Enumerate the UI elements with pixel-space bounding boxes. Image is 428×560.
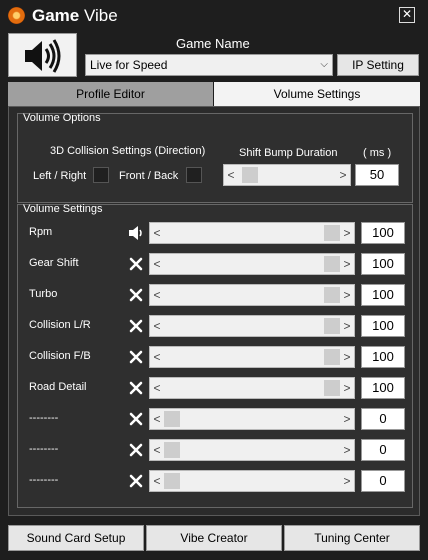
mute-icon[interactable] <box>128 442 144 458</box>
slider-left-arrow-icon[interactable]: < <box>150 409 164 429</box>
volume-row-label: -------- <box>29 443 59 455</box>
volume-value[interactable]: 0 <box>361 439 405 461</box>
game-select[interactable]: Live for Speed ⌵ <box>85 54 333 76</box>
front-back-label: Front / Back <box>119 170 179 182</box>
slider-left-arrow-icon[interactable]: < <box>150 285 164 305</box>
slider-right-arrow-icon[interactable]: > <box>340 285 354 305</box>
sound-card-setup-button[interactable]: Sound Card Setup <box>8 525 144 551</box>
slider-left-arrow-icon[interactable]: < <box>150 378 164 398</box>
slider-left-arrow-icon[interactable]: < <box>150 223 164 243</box>
volume-value[interactable]: 0 <box>361 408 405 430</box>
volume-slider[interactable]: < > <box>149 470 355 492</box>
volume-row-label: -------- <box>29 412 59 424</box>
volume-value[interactable]: 100 <box>361 253 405 275</box>
volume-options-title: Volume Options <box>23 112 101 124</box>
mute-icon[interactable] <box>128 256 144 272</box>
volume-slider[interactable]: < > <box>149 222 355 244</box>
slider-thumb[interactable] <box>324 225 340 241</box>
volume-settings-title: Volume Settings <box>23 203 103 215</box>
slider-left-arrow-icon[interactable]: < <box>224 165 238 185</box>
tab-profile-editor[interactable]: Profile Editor <box>8 82 213 106</box>
volume-row-label: Road Detail <box>29 381 87 393</box>
slider-left-arrow-icon[interactable]: < <box>150 254 164 274</box>
speaker-icon <box>25 39 61 73</box>
volume-options-group: Volume Options 3D Collision Settings (Di… <box>17 112 413 203</box>
game-select-value: Live for Speed <box>90 58 168 72</box>
slider-thumb[interactable] <box>164 442 180 458</box>
close-button[interactable]: ✕ <box>399 7 415 23</box>
mute-icon[interactable] <box>128 380 144 396</box>
tuning-center-button[interactable]: Tuning Center <box>284 525 420 551</box>
ip-setting-button[interactable]: IP Setting <box>337 54 419 76</box>
volume-row-label: Collision L/R <box>29 319 91 331</box>
slider-left-arrow-icon[interactable]: < <box>150 316 164 336</box>
volume-value[interactable]: 100 <box>361 284 405 306</box>
app-title: Game Vibe <box>32 6 118 25</box>
volume-slider[interactable]: < > <box>149 346 355 368</box>
volume-row-label: Collision F/B <box>29 350 91 362</box>
volume-slider[interactable]: < > <box>149 253 355 275</box>
left-right-checkbox[interactable] <box>93 167 109 183</box>
slider-right-arrow-icon[interactable]: > <box>340 347 354 367</box>
slider-right-arrow-icon[interactable]: > <box>336 165 350 185</box>
slider-left-arrow-icon[interactable]: < <box>150 440 164 460</box>
volume-value[interactable]: 100 <box>361 222 405 244</box>
volume-slider[interactable]: < > <box>149 284 355 306</box>
slider-thumb[interactable] <box>324 287 340 303</box>
slider-thumb[interactable] <box>324 256 340 272</box>
volume-slider[interactable]: < > <box>149 377 355 399</box>
slider-thumb[interactable] <box>324 380 340 396</box>
speaker-preview[interactable] <box>8 33 77 77</box>
mute-icon[interactable] <box>128 411 144 427</box>
shift-bump-slider[interactable]: < > <box>223 164 351 186</box>
vibe-creator-button[interactable]: Vibe Creator <box>146 525 282 551</box>
volume-row-label: Turbo <box>29 288 58 300</box>
left-right-label: Left / Right <box>33 170 87 182</box>
volume-value[interactable]: 100 <box>361 315 405 337</box>
volume-slider[interactable]: < > <box>149 408 355 430</box>
title-bar: Game Vibe ✕ <box>0 0 428 30</box>
volume-settings-group: Volume Settings Rpm < >100 Gear Shift < >100 T… <box>17 203 413 508</box>
slider-thumb[interactable] <box>164 473 180 489</box>
slider-thumb[interactable] <box>164 411 180 427</box>
ms-unit-label: ( ms ) <box>363 147 392 159</box>
speaker-icon[interactable] <box>128 225 144 241</box>
shift-bump-value[interactable]: 50 <box>355 164 399 186</box>
slider-right-arrow-icon[interactable]: > <box>340 471 354 491</box>
shift-bump-duration-label: Shift Bump Duration <box>239 147 338 159</box>
app-logo-icon <box>8 7 25 24</box>
slider-left-arrow-icon[interactable]: < <box>150 471 164 491</box>
slider-right-arrow-icon[interactable]: > <box>340 378 354 398</box>
mute-icon[interactable] <box>128 287 144 303</box>
slider-right-arrow-icon[interactable]: > <box>340 409 354 429</box>
slider-right-arrow-icon[interactable]: > <box>340 254 354 274</box>
chevron-down-icon: ⌵ <box>320 59 328 70</box>
volume-row-label: Rpm <box>29 226 53 238</box>
tab-volume-settings[interactable]: Volume Settings <box>214 82 420 106</box>
game-name-label: Game Name <box>176 36 250 51</box>
slider-right-arrow-icon[interactable]: > <box>340 440 354 460</box>
slider-right-arrow-icon[interactable]: > <box>340 316 354 336</box>
volume-value[interactable]: 0 <box>361 470 405 492</box>
mute-icon[interactable] <box>128 318 144 334</box>
slider-thumb[interactable] <box>324 318 340 334</box>
mute-icon[interactable] <box>128 473 144 489</box>
volume-slider[interactable]: < > <box>149 439 355 461</box>
volume-value[interactable]: 100 <box>361 346 405 368</box>
volume-value[interactable]: 100 <box>361 377 405 399</box>
front-back-checkbox[interactable] <box>186 167 202 183</box>
collision-settings-label: 3D Collision Settings (Direction) <box>50 145 206 157</box>
slider-thumb[interactable] <box>242 167 259 183</box>
slider-left-arrow-icon[interactable]: < <box>150 347 164 367</box>
slider-right-arrow-icon[interactable]: > <box>340 223 354 243</box>
volume-row-label: -------- <box>29 474 59 486</box>
volume-settings-panel: Volume Options 3D Collision Settings (Di… <box>8 106 420 516</box>
volume-row-label: Gear Shift <box>29 257 79 269</box>
slider-thumb[interactable] <box>324 349 340 365</box>
volume-slider[interactable]: < > <box>149 315 355 337</box>
mute-icon[interactable] <box>128 349 144 365</box>
